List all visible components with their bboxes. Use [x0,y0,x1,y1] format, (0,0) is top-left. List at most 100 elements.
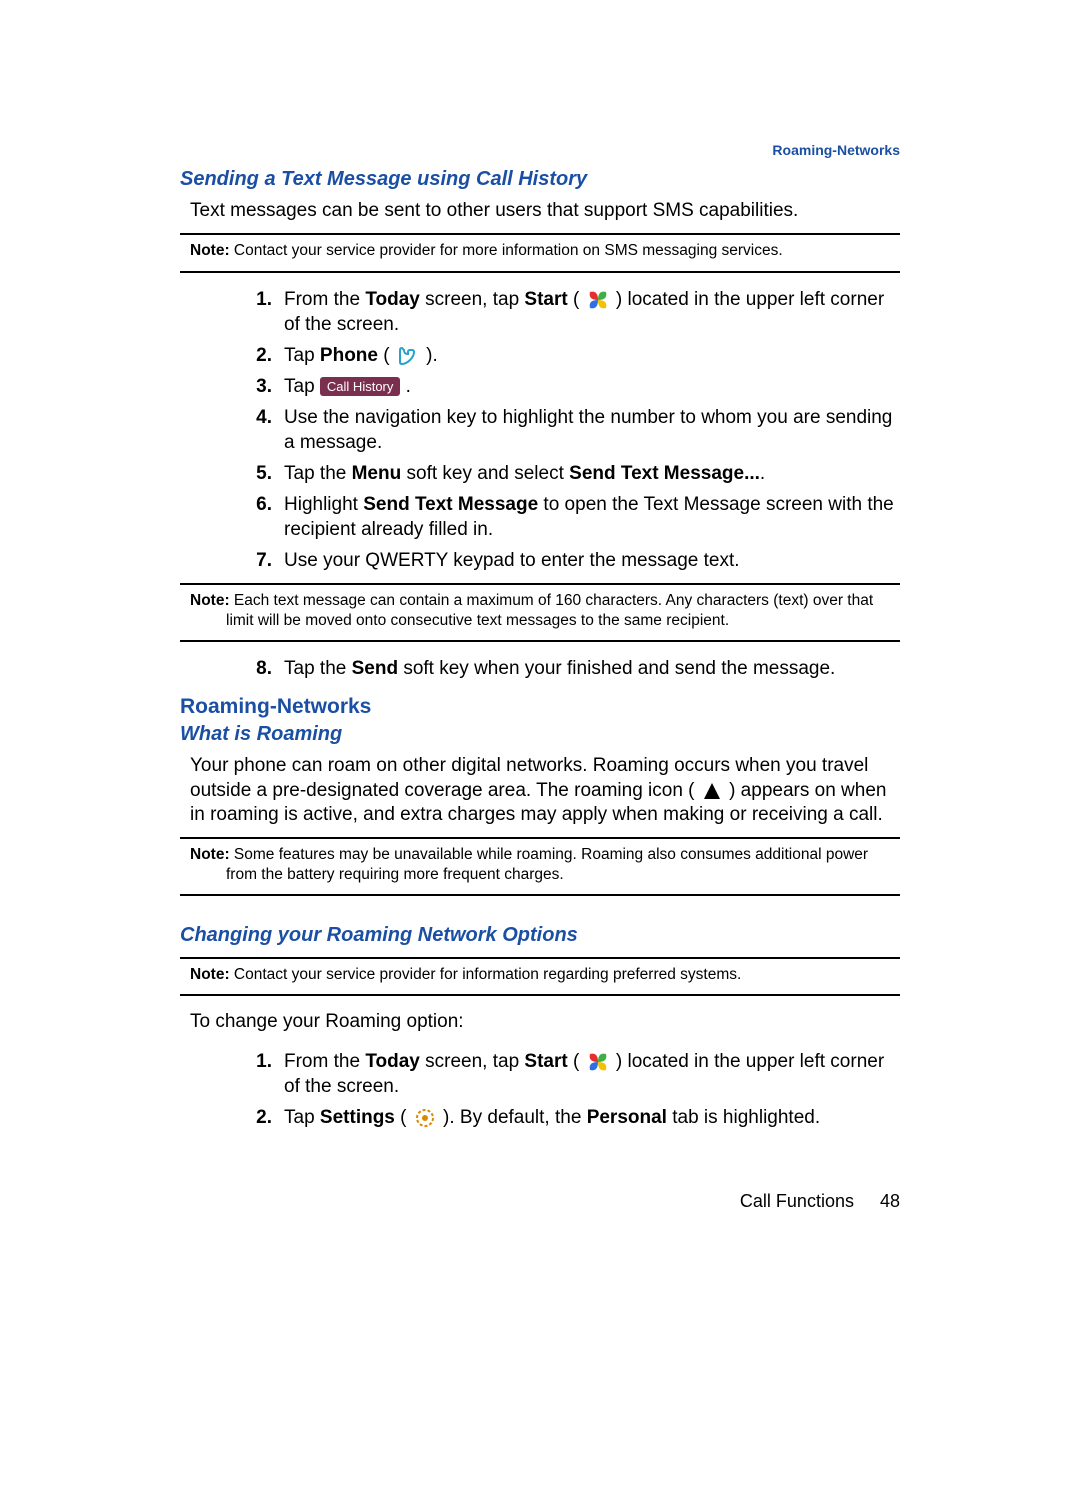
step-body: Highlight Send Text Message to open the … [284,492,900,542]
text: screen, tap [420,289,525,310]
step-7: 7. Use your QWERTY keypad to enter the m… [180,548,900,573]
step-number: 8. [180,656,284,681]
step-8: 8. Tap the Send soft key when your finis… [180,656,900,681]
text-bold: Start [524,1051,567,1072]
note-roaming-features: Note: Some features may be unavailable w… [180,845,900,884]
note-text: Contact your service provider for inform… [230,966,742,983]
step-5: 5. Tap the Menu soft key and select Send… [180,461,900,486]
step-number: 5. [180,461,284,486]
text: ( [568,289,585,310]
text: ). [421,345,438,366]
step-2: 2. Tap Phone ( ). [180,343,900,368]
step-number: 7. [180,548,284,573]
step-body: Tap Phone ( ). [284,343,900,368]
step-number: 6. [180,492,284,517]
intro-paragraph: Text messages can be sent to other users… [190,199,900,223]
divider [180,994,900,996]
steps-list-1b: 8. Tap the Send soft key when your finis… [180,656,900,681]
step-body: From the Today screen, tap Start ( ) loc… [284,287,900,337]
text: tab is highlighted. [667,1107,820,1128]
divider [180,640,900,642]
text: ( [568,1051,585,1072]
step-body: Tap the Send soft key when your finished… [284,656,900,681]
text-bold: Phone [320,345,378,366]
steps-list-2: 1. From the Today screen, tap Start ( ) … [180,1049,900,1130]
step-number: 4. [180,405,284,430]
start-icon [587,289,609,311]
text: ( [395,1107,412,1128]
note-label: Note: [190,592,230,609]
note-preferred-systems: Note: Contact your service provider for … [180,965,900,984]
step-number: 3. [180,374,284,399]
text: ( [378,345,395,366]
text: . [760,463,765,484]
step-3: 3. Tap Call History . [180,374,900,399]
step-body: Use your QWERTY keypad to enter the mess… [284,548,900,573]
text: soft key and select [401,463,569,484]
phone-icon [397,345,419,367]
settings-gear-icon [414,1107,436,1129]
text: From the [284,289,365,310]
text-bold: Personal [587,1107,667,1128]
note-label: Note: [190,846,230,863]
heading-roaming-networks: Roaming-Networks [180,695,900,719]
divider [180,271,900,273]
heading-what-is-roaming: What is Roaming [180,723,900,746]
footer-chapter: Call Functions [740,1191,854,1211]
divider [180,583,900,585]
divider [180,957,900,959]
step-r2: 2. Tap Settings ( ). By default, the Per… [180,1105,900,1130]
document-page: Roaming-Networks Sending a Text Message … [0,0,1080,1492]
text: Tap the [284,658,352,679]
heading-changing-roaming-options: Changing your Roaming Network Options [180,924,900,947]
text-bold: Today [365,289,420,310]
note-text: Some features may be unavailable while r… [226,846,868,882]
step-r1: 1. From the Today screen, tap Start ( ) … [180,1049,900,1099]
text-bold: Start [524,289,567,310]
note-label: Note: [190,966,230,983]
step-body: Tap Settings ( ). By default, the Person… [284,1105,900,1130]
text-bold: Send [352,658,398,679]
step-1: 1. From the Today screen, tap Start ( ) … [180,287,900,337]
text-bold: Menu [352,463,402,484]
text: Tap [284,345,320,366]
call-history-button-graphic: Call History [320,377,400,396]
steps-list-1: 1. From the Today screen, tap Start ( ) … [180,287,900,574]
text: Highlight [284,494,363,515]
step-number: 1. [180,287,284,312]
header-section-link: Roaming-Networks [772,142,900,158]
text: . [400,376,411,397]
text: Tap [284,376,320,397]
note-label: Note: [190,242,230,259]
step-4: 4. Use the navigation key to highlight t… [180,405,900,455]
step-body: Tap the Menu soft key and select Send Te… [284,461,900,486]
footer-page-number: 48 [880,1191,900,1211]
text: Tap the [284,463,352,484]
step-body: Use the navigation key to highlight the … [284,405,900,455]
step-6: 6. Highlight Send Text Message to open t… [180,492,900,542]
heading-sending-text: Sending a Text Message using Call Histor… [180,168,900,191]
roaming-option-intro: To change your Roaming option: [190,1010,900,1034]
note-sms-provider: Note: Contact your service provider for … [180,241,900,260]
text-bold: Settings [320,1107,395,1128]
text-bold: Send Text Message... [569,463,760,484]
text: ). By default, the [438,1107,587,1128]
divider [180,894,900,896]
note-text: Each text message can contain a maximum … [226,592,873,628]
text: Tap [284,1107,320,1128]
page-footer: Call Functions 48 [740,1191,900,1212]
text: From the [284,1051,365,1072]
text: screen, tap [420,1051,525,1072]
text-bold: Today [365,1051,420,1072]
text-bold: Send Text Message [363,494,538,515]
start-icon [587,1051,609,1073]
step-number: 1. [180,1049,284,1074]
text: soft key when your finished and send the… [398,658,835,679]
note-text: Contact your service provider for more i… [230,242,783,259]
roaming-triangle-icon [702,781,722,801]
note-160-chars: Note: Each text message can contain a ma… [180,591,900,630]
divider [180,837,900,839]
step-number: 2. [180,1105,284,1130]
step-body: From the Today screen, tap Start ( ) loc… [284,1049,900,1099]
step-number: 2. [180,343,284,368]
